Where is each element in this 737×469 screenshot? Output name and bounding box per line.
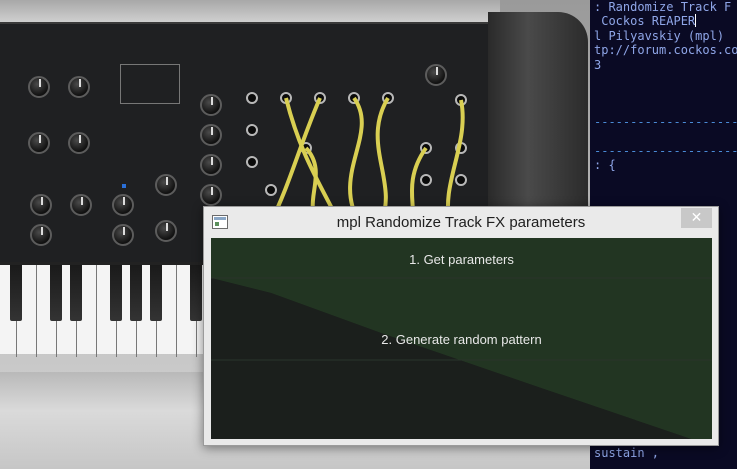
code-line: : Randomize Track F	[594, 0, 732, 14]
close-button[interactable]: ✕	[681, 208, 712, 228]
synth-top-panel	[0, 0, 500, 22]
desktop: : Randomize Track F Cockos REAPER l Pilya…	[0, 0, 737, 469]
black-key[interactable]	[130, 265, 142, 321]
black-key[interactable]	[70, 265, 82, 321]
close-icon: ✕	[690, 210, 703, 226]
code-line: tp://forum.cockos.co	[594, 43, 737, 58]
code-line: l Pilyavskiy (mpl)	[594, 28, 725, 43]
key-divider	[96, 265, 97, 357]
code-line: ----------------------	[594, 115, 737, 130]
black-key[interactable]	[190, 265, 202, 321]
synth-keyboard[interactable]	[0, 262, 205, 357]
key-divider	[36, 265, 37, 357]
code-line: Cockos REAPER	[594, 14, 697, 29]
dialog-title: mpl Randomize Track FX parameters	[336, 214, 586, 231]
key-divider	[176, 265, 177, 357]
code-line: : {	[594, 158, 616, 173]
text-caret	[695, 14, 697, 28]
code-line: sustain ,	[594, 446, 660, 461]
code-line: ----------------------	[594, 144, 737, 158]
black-key[interactable]	[150, 265, 162, 321]
dialog-titlebar[interactable]: mpl Randomize Track FX parameters ✕	[204, 207, 718, 238]
amplifier-diagram	[120, 64, 180, 104]
dialog-client-area: 1. Get parameters 2. Generate random pat…	[211, 238, 712, 439]
black-key[interactable]	[50, 265, 62, 321]
randomize-dialog-window: mpl Randomize Track FX parameters ✕ 1. G…	[203, 206, 719, 446]
indicator-led	[122, 184, 126, 188]
code-line: 3	[594, 57, 602, 72]
generate-random-pattern-button[interactable]: 2. Generate random pattern	[211, 332, 712, 354]
black-key[interactable]	[110, 265, 122, 321]
black-key[interactable]	[10, 265, 22, 321]
get-parameters-button[interactable]: 1. Get parameters	[211, 252, 712, 274]
